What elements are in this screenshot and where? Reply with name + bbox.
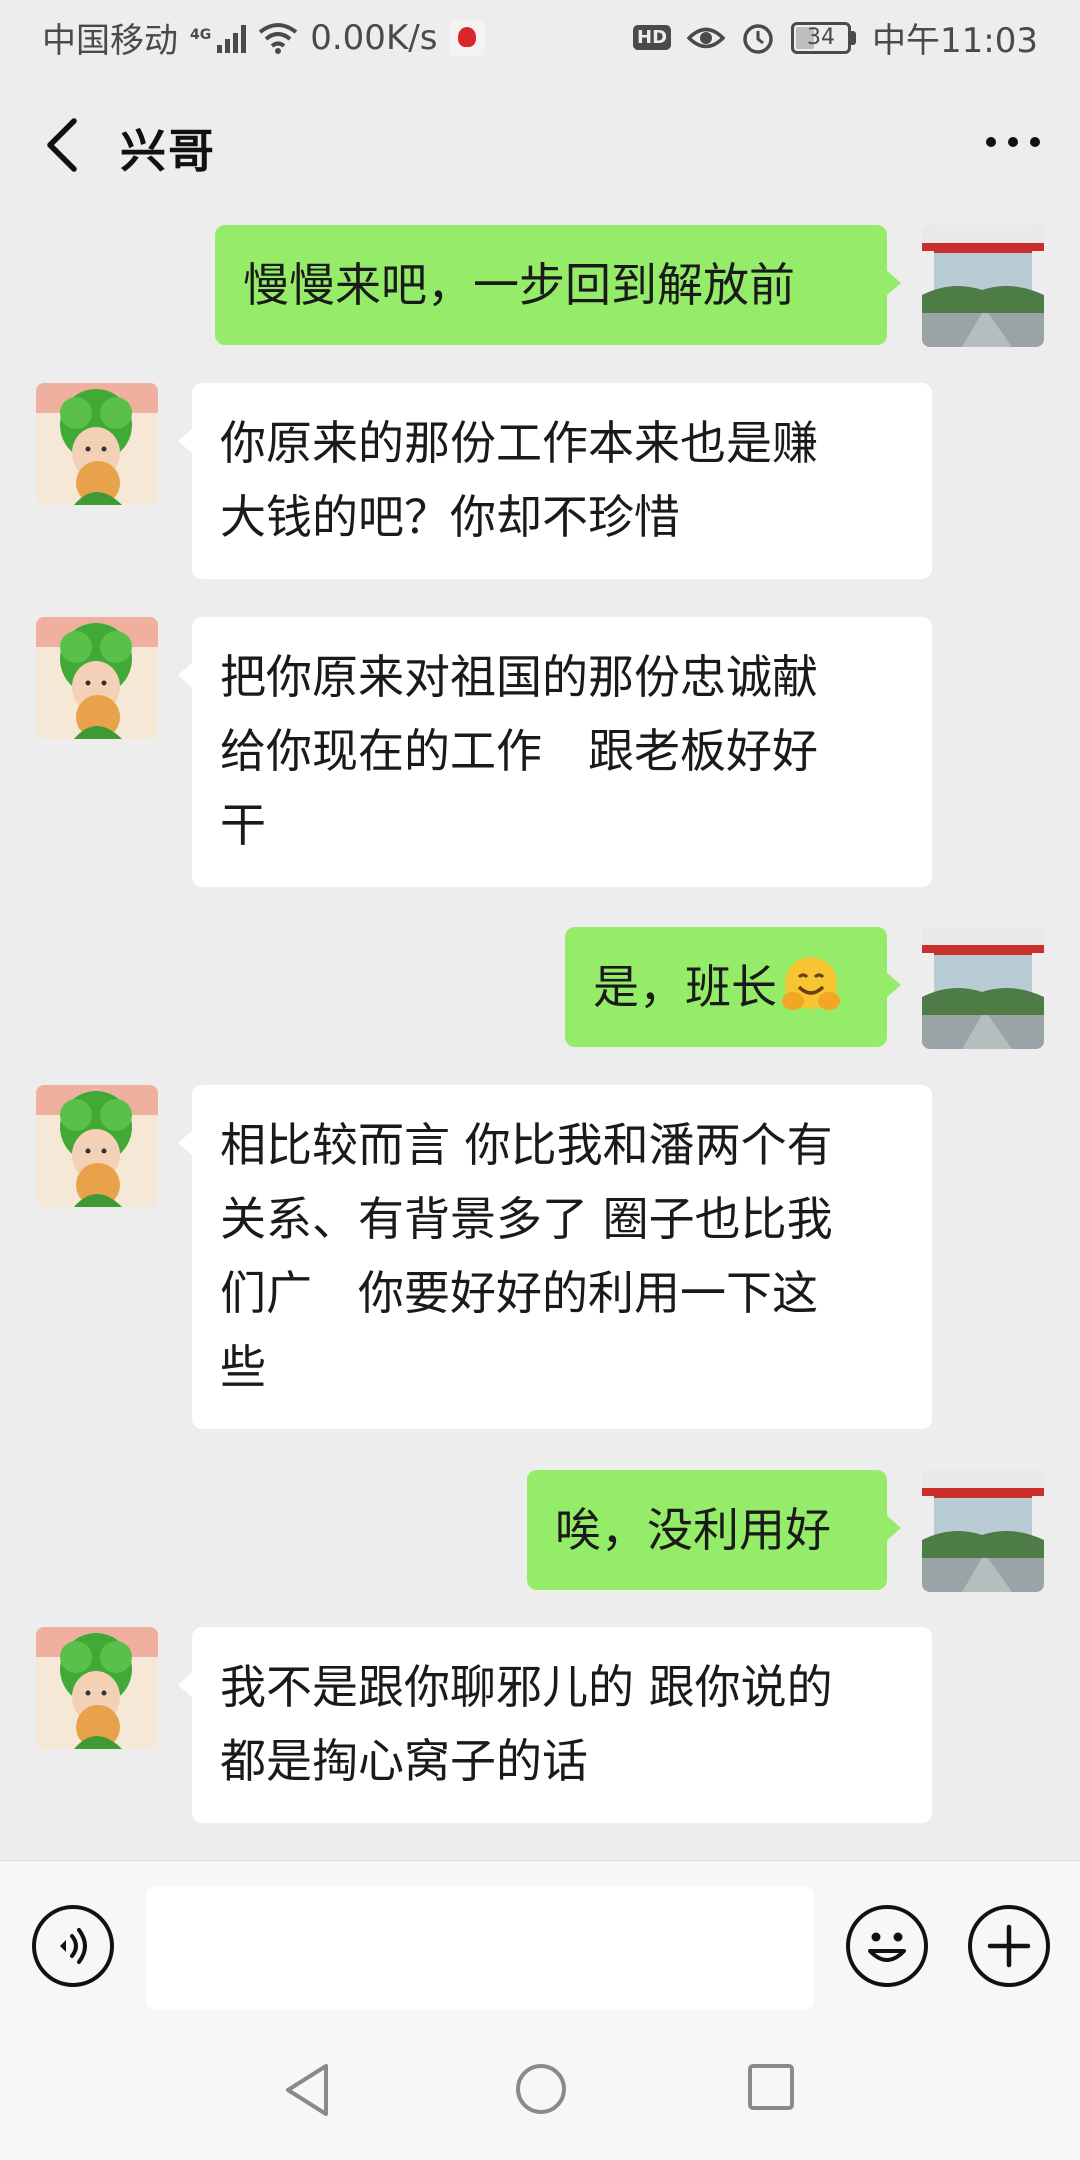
back-arrow-icon[interactable]	[40, 117, 90, 173]
my-avatar[interactable]	[922, 225, 1044, 347]
network-speed: 0.00K/s	[310, 17, 438, 58]
contact-avatar[interactable]	[36, 1627, 158, 1749]
message-bubble[interactable]: 你原来的那份工作本来也是赚 大钱的吧？你却不珍惜	[178, 383, 932, 579]
chat-title: 兴哥	[120, 124, 216, 178]
network-type: 4G	[190, 27, 212, 43]
message-bubble[interactable]: 相比较而言 你比我和潘两个有 关系、有背景多了 圈子也比我 们广 你要好好的利用一下…	[178, 1085, 932, 1429]
my-avatar[interactable]	[922, 927, 1044, 1049]
wifi-icon	[259, 22, 298, 54]
my-avatar[interactable]	[922, 1470, 1044, 1592]
message-bubble[interactable]: 慢慢来吧，一步回到解放前	[215, 225, 901, 345]
emoji-icon[interactable]	[846, 1905, 928, 1987]
battery-level: 34	[807, 24, 836, 50]
more-options-icon[interactable]	[986, 137, 1040, 147]
eye-icon	[687, 27, 726, 48]
message-bubble[interactable]: 我不是跟你聊邪儿的 跟你说的 都是掏心窝子的话	[178, 1627, 932, 1823]
contact-avatar[interactable]	[36, 617, 158, 739]
input-bar	[0, 1860, 1080, 2020]
alarm-icon	[743, 23, 773, 54]
hugging-face-emoji	[782, 957, 840, 1010]
message-list[interactable]: 慢慢来吧，一步回到解放前 你原来的那份工作本来也是赚 大钱的吧？你却不珍惜 把你原…	[0, 215, 1080, 1860]
contact-avatar[interactable]	[36, 1085, 158, 1207]
message-bubble[interactable]: 把你原来对祖国的那份忠诚献 给你现在的工作 跟老板好好干	[178, 617, 932, 887]
plus-icon[interactable]	[968, 1905, 1050, 1987]
clock: 中午11:03	[872, 21, 1038, 61]
app-notification-icon	[449, 19, 486, 56]
signal-icon	[217, 23, 247, 53]
nav-home-icon[interactable]	[514, 2062, 568, 2116]
chat-header: 兴哥	[0, 75, 1080, 215]
system-nav-bar	[0, 2020, 1080, 2160]
hd-badge: HD	[633, 25, 672, 50]
nav-back-icon[interactable]	[282, 2062, 332, 2118]
status-bar: 中国移动 4G 0.00K/s HD 34 中午11:03	[0, 0, 1080, 75]
message-bubble[interactable]: 唉，没利用好	[527, 1470, 901, 1590]
voice-icon[interactable]	[32, 1905, 114, 1987]
contact-avatar[interactable]	[36, 383, 158, 505]
carrier-label: 中国移动	[42, 21, 178, 61]
nav-recents-icon[interactable]	[746, 2062, 796, 2112]
message-input[interactable]	[146, 1886, 814, 2010]
message-bubble[interactable]: 是，班长	[565, 927, 901, 1047]
battery-icon: 34	[791, 21, 857, 54]
